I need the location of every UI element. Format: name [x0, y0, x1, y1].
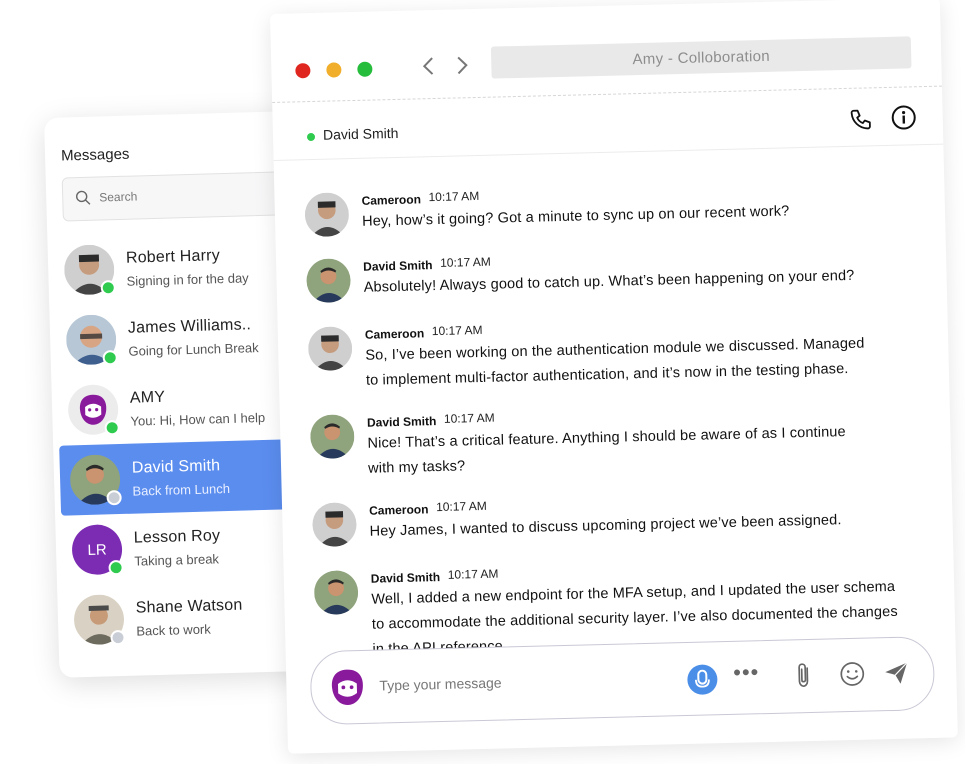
messages-title: Messages [60, 145, 130, 165]
status-online-dot [108, 559, 124, 576]
message-item: David Smith 10:17 AM Nice! That’s a crit… [309, 396, 932, 481]
message-sender: Cameroon [361, 192, 422, 208]
contact-name: James Williams.. [127, 316, 252, 337]
chevron-left-icon[interactable] [421, 56, 436, 82]
contact-status-text: You: Hi, How can I help [130, 409, 266, 429]
message-sender: Cameroon [364, 326, 425, 342]
message-item: Cameroon 10:17 AM So, I’ve been working … [307, 308, 930, 393]
status-online-dot [306, 132, 316, 142]
window-titlebar: Amy - Colloboration [270, 0, 942, 103]
search-icon [75, 190, 92, 211]
close-window-button[interactable] [295, 63, 311, 79]
message-time: 10:17 AM [447, 566, 499, 582]
message-time: 10:17 AM [439, 254, 491, 270]
avatar [306, 258, 352, 304]
contact-name: David Smith [131, 457, 221, 477]
contact-status-text: Signing in for the day [126, 270, 249, 289]
message-item: David Smith 10:17 AM Absolutely! Always … [306, 240, 927, 305]
status-online-dot [104, 420, 120, 436]
message-text: So, I’ve been working on the authenticat… [365, 335, 865, 389]
avatar [313, 570, 359, 616]
info-icon[interactable] [890, 104, 917, 136]
contact-status-text: Going for Lunch Break [128, 340, 259, 359]
phone-icon[interactable] [848, 107, 873, 137]
message-sender: David Smith [363, 258, 433, 274]
status-away-dot [110, 629, 126, 646]
contact-name: AMY [129, 388, 166, 407]
maximize-window-button[interactable] [357, 61, 373, 77]
message-time: 10:17 AM [428, 188, 480, 205]
address-bar[interactable]: Amy - Colloboration [490, 36, 912, 79]
contact-name: Lesson Roy [133, 527, 221, 547]
message-item: Cameroon 10:17 AM Hey James, I wanted to… [311, 484, 933, 549]
contact-status-text: Taking a break [134, 551, 220, 569]
chevron-right-icon[interactable] [455, 55, 470, 81]
contact-status-text: Back to work [136, 621, 211, 639]
message-time: 10:17 AM [431, 322, 483, 339]
message-time: 10:17 AM [435, 498, 487, 515]
message-item: Cameroon 10:17 AM Hey, how’s it going? G… [304, 174, 925, 239]
message-sender: David Smith [366, 414, 437, 430]
contact-name: Robert Harry [125, 247, 221, 267]
message-list: Cameroon 10:17 AM Hey, how’s it going? G… [274, 148, 956, 664]
message-time: 10:17 AM [443, 410, 495, 426]
send-icon[interactable] [883, 660, 910, 692]
paperclip-icon[interactable] [795, 662, 814, 693]
contact-name: Shane Watson [135, 596, 243, 617]
message-text: Nice! That’s a critical feature. Anythin… [367, 424, 846, 477]
chat-contact-name: David Smith [322, 124, 399, 143]
contact-status-text: Back from Lunch [132, 480, 231, 499]
emoji-icon[interactable] [839, 661, 866, 693]
status-online-dot [102, 350, 118, 366]
message-input-placeholder[interactable]: Type your message [379, 675, 502, 694]
microphone-icon[interactable] [687, 664, 718, 695]
message-composer[interactable]: Type your message ••• [309, 635, 936, 726]
avatar [307, 326, 353, 372]
status-online-dot [100, 280, 116, 296]
more-icon[interactable]: ••• [733, 659, 760, 686]
avatar [304, 192, 350, 238]
avatar [309, 414, 355, 460]
status-away-dot [106, 489, 122, 506]
avatar [311, 502, 358, 548]
message-sender: David Smith [370, 570, 441, 586]
search-placeholder: Search [99, 189, 138, 205]
chat-window: Amy - Colloboration David Smith Cameroon… [270, 0, 958, 754]
message-sender: Cameroon [368, 502, 429, 518]
amy-bot-icon[interactable] [327, 667, 368, 713]
minimize-window-button[interactable] [326, 62, 342, 78]
